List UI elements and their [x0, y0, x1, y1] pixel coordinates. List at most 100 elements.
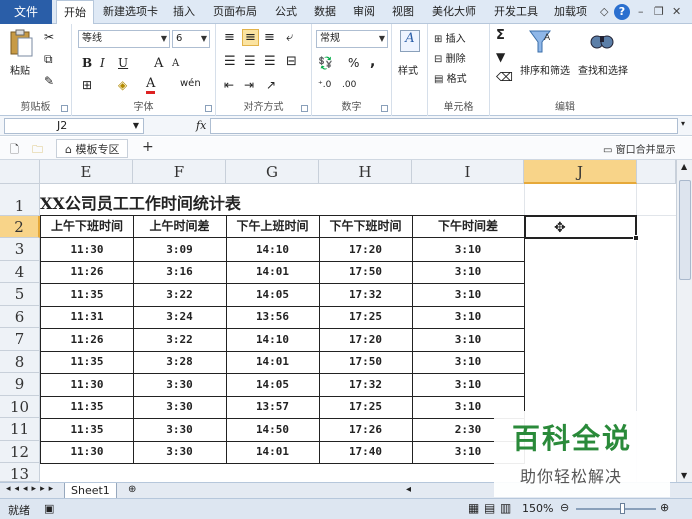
normal-view-icon[interactable]: ▦	[468, 501, 479, 515]
phonetic-button[interactable]: wén	[180, 78, 201, 89]
alignment-launcher-icon[interactable]	[301, 105, 308, 112]
tab-page-layout[interactable]: 页面布局	[213, 0, 257, 24]
row-header-12[interactable]: 12	[0, 441, 40, 463]
font-launcher-icon[interactable]	[205, 105, 212, 112]
styles-button[interactable]: 样式	[398, 62, 418, 77]
cell-g10[interactable]: 13:57	[226, 396, 320, 419]
header-cell-h2[interactable]: 下午下班时间	[319, 215, 413, 238]
cell-i8[interactable]: 3:10	[412, 351, 525, 374]
align-middle-icon[interactable]: ≡	[242, 29, 259, 46]
close-icon[interactable]: ✕	[672, 5, 681, 18]
column-header-i[interactable]: I	[412, 160, 524, 184]
underline-button[interactable]: U	[118, 56, 128, 70]
tab-beautify[interactable]: 美化大师	[432, 0, 476, 24]
tab-new[interactable]: 新建选项卡	[103, 0, 158, 24]
orientation-icon[interactable]: ↗	[266, 78, 276, 92]
comma-button[interactable]: ,	[370, 54, 375, 70]
column-header-k[interactable]	[637, 160, 676, 184]
align-top-icon[interactable]: ≡	[224, 30, 235, 45]
align-left-icon[interactable]: ☰	[224, 54, 236, 69]
cell-i3[interactable]: 3:10	[412, 238, 525, 262]
cell-i5[interactable]: 3:10	[412, 283, 525, 307]
scroll-up-icon[interactable]: ▲	[681, 162, 687, 171]
cell-g12[interactable]: 14:01	[226, 441, 320, 464]
font-name-select[interactable]: 等线 ▼	[78, 30, 170, 48]
insert-cells-button[interactable]: ⊞ 插入	[434, 30, 466, 46]
cell-e11[interactable]: 11:35	[40, 418, 134, 442]
row-header-6[interactable]: 6	[0, 306, 40, 328]
row-header-10[interactable]: 10	[0, 396, 40, 418]
align-bottom-icon[interactable]: ≡	[264, 30, 275, 45]
cell-g3[interactable]: 14:10	[226, 238, 320, 262]
tab-developer[interactable]: 开发工具	[494, 0, 538, 24]
currency-icon[interactable]: 💱	[318, 56, 333, 70]
cell-e3[interactable]: 11:30	[40, 238, 134, 262]
select-all-corner[interactable]	[0, 160, 40, 184]
tab-home[interactable]: 开始	[56, 0, 94, 25]
cell-h11[interactable]: 17:26	[319, 418, 413, 442]
shrink-font-button[interactable]: A	[172, 58, 179, 69]
column-header-j[interactable]: J	[524, 160, 637, 184]
scroll-thumb[interactable]	[679, 180, 691, 280]
column-header-f[interactable]: F	[133, 160, 226, 184]
tab-insert[interactable]: 插入	[173, 0, 195, 24]
cell-e12[interactable]: 11:30	[40, 441, 134, 464]
add-tab-button[interactable]: +	[142, 139, 154, 155]
cell-h10[interactable]: 17:25	[319, 396, 413, 419]
cell-f8[interactable]: 3:28	[133, 351, 227, 374]
styles-icon[interactable]: A	[400, 30, 420, 52]
tab-view[interactable]: 视图	[392, 0, 414, 24]
new-doc-icon[interactable]: 🗋	[10, 141, 19, 160]
paste-icon[interactable]	[8, 28, 34, 58]
fill-handle[interactable]	[633, 235, 639, 241]
cut-icon[interactable]: ✂	[44, 30, 54, 44]
insert-function-button[interactable]: fx	[196, 119, 206, 132]
number-launcher-icon[interactable]	[381, 105, 388, 112]
zoom-out-icon[interactable]: ⊖	[560, 501, 569, 514]
cell-f4[interactable]: 3:16	[133, 261, 227, 284]
increase-indent-icon[interactable]: ⇥	[244, 78, 254, 92]
italic-button[interactable]: I	[100, 56, 105, 70]
font-color-button[interactable]: A	[146, 76, 156, 94]
sort-filter-button[interactable]: 排序和筛选	[520, 62, 570, 77]
row-header-5[interactable]: 5	[0, 283, 40, 306]
delete-cells-button[interactable]: ⊟ 删除	[434, 50, 466, 66]
cell-i9[interactable]: 3:10	[412, 373, 525, 397]
cell-f5[interactable]: 3:22	[133, 283, 227, 307]
cell-h5[interactable]: 17:32	[319, 283, 413, 307]
formula-input[interactable]	[210, 118, 678, 134]
clear-icon[interactable]: ⌫	[496, 70, 513, 84]
find-select-icon[interactable]	[588, 28, 616, 58]
page-layout-view-icon[interactable]: ▤	[484, 501, 495, 515]
row-header-13[interactable]: 13	[0, 463, 40, 482]
cell-h3[interactable]: 17:20	[319, 238, 413, 262]
increase-decimal-icon[interactable]: ⁺.0	[318, 80, 331, 90]
copy-icon[interactable]: ⧉	[44, 52, 53, 67]
merge-center-icon[interactable]: ⊟	[286, 54, 297, 69]
cell-g6[interactable]: 13:56	[226, 306, 320, 329]
row-header-3[interactable]: 3	[0, 238, 40, 261]
vertical-scrollbar[interactable]: ▲ ▼	[676, 160, 692, 482]
decrease-decimal-icon[interactable]: .00	[342, 80, 356, 90]
column-header-g[interactable]: G	[226, 160, 319, 184]
cell-f10[interactable]: 3:30	[133, 396, 227, 419]
new-sheet-icon[interactable]: ⊕	[128, 484, 136, 495]
name-box-dropdown-icon[interactable]: ▼	[133, 119, 139, 133]
cell-h7[interactable]: 17:20	[319, 328, 413, 352]
fill-icon[interactable]: ▼	[496, 50, 505, 64]
cell-i7[interactable]: 3:10	[412, 328, 525, 352]
cell-g11[interactable]: 14:50	[226, 418, 320, 442]
template-tab[interactable]: ⌂ 模板专区	[56, 139, 129, 158]
cell-g8[interactable]: 14:01	[226, 351, 320, 374]
ribbon-collapse-icon[interactable]: ◇	[600, 5, 608, 18]
cell-h4[interactable]: 17:50	[319, 261, 413, 284]
cell-h6[interactable]: 17:25	[319, 306, 413, 329]
cell-i6[interactable]: 3:10	[412, 306, 525, 329]
cell-e7[interactable]: 11:26	[40, 328, 134, 352]
selected-cell-j2[interactable]: ✥	[524, 215, 639, 241]
cell-g9[interactable]: 14:05	[226, 373, 320, 397]
sort-filter-icon[interactable]: A	[528, 28, 556, 58]
bold-button[interactable]: B	[82, 56, 92, 70]
format-cells-button[interactable]: ▤ 格式	[434, 70, 467, 86]
fill-color-icon[interactable]: ◈	[118, 78, 127, 92]
